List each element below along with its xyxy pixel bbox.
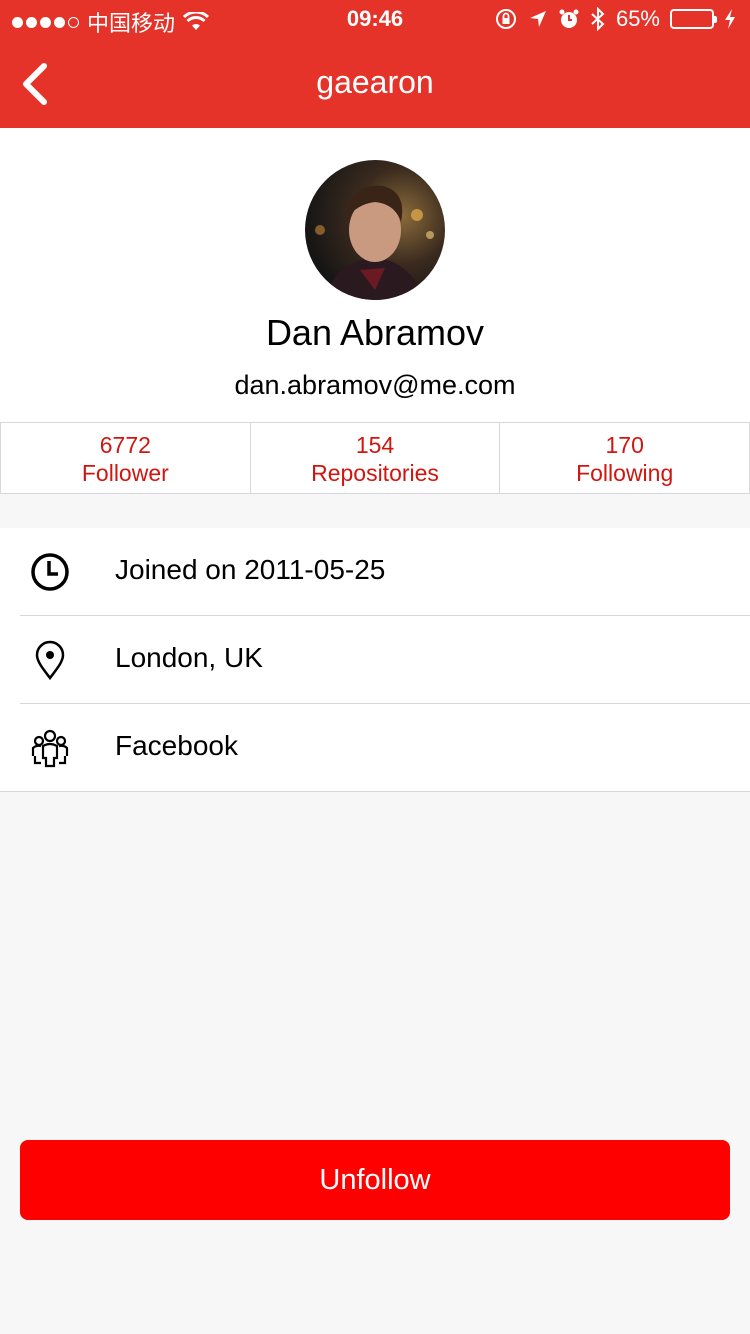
location-pin-icon xyxy=(30,638,70,682)
user-name: Dan Abramov xyxy=(265,312,485,353)
charging-icon xyxy=(725,9,735,29)
stat-count: 154 xyxy=(355,432,395,458)
info-row-location: London, UK xyxy=(0,616,750,704)
info-text: Joined on 2011-05-25 xyxy=(115,554,386,585)
location-arrow-icon xyxy=(529,11,546,27)
status-bar: 中国移动 09:46 65% xyxy=(0,0,750,40)
clock-icon xyxy=(30,550,70,594)
status-right: 65% xyxy=(494,6,736,32)
profile-header: Dan Abramov dan.abramov@me.com xyxy=(0,128,750,423)
stat-label: Follower xyxy=(81,460,169,486)
stats-bar: 6772 Follower 154 Repositories 170 Follo… xyxy=(0,422,750,494)
battery-percent: 65% xyxy=(615,6,660,31)
top-bar: 中国移动 09:46 65% gaearon xyxy=(0,0,750,128)
navigation-bar: gaearon xyxy=(0,40,750,128)
stat-followers[interactable]: 6772 Follower xyxy=(0,422,251,494)
info-text[interactable]: Facebook xyxy=(115,730,238,762)
stat-repositories[interactable]: 154 Repositories xyxy=(249,422,501,494)
stat-count: 6772 xyxy=(99,432,151,458)
rotation-lock-icon xyxy=(495,9,516,29)
avatar xyxy=(305,160,445,300)
info-row-company: Facebook xyxy=(0,704,750,792)
info-list: Joined on 2011-05-25 London, UK Facebook xyxy=(0,528,750,792)
page-title: gaearon xyxy=(316,64,434,100)
battery-icon xyxy=(670,9,717,29)
user-email: dan.abramov@me.com xyxy=(234,370,516,400)
bluetooth-icon xyxy=(591,7,605,31)
group-icon xyxy=(30,726,70,770)
divider xyxy=(0,791,750,792)
unfollow-button[interactable]: Unfollow xyxy=(20,1140,730,1220)
stat-label: Repositories xyxy=(311,460,439,486)
alarm-icon xyxy=(559,9,579,28)
info-text: London, UK xyxy=(115,642,263,673)
info-row-joined: Joined on 2011-05-25 xyxy=(0,528,750,616)
stat-label: Following xyxy=(576,460,674,486)
stat-count: 170 xyxy=(605,432,644,458)
stat-following[interactable]: 170 Following xyxy=(499,422,750,494)
